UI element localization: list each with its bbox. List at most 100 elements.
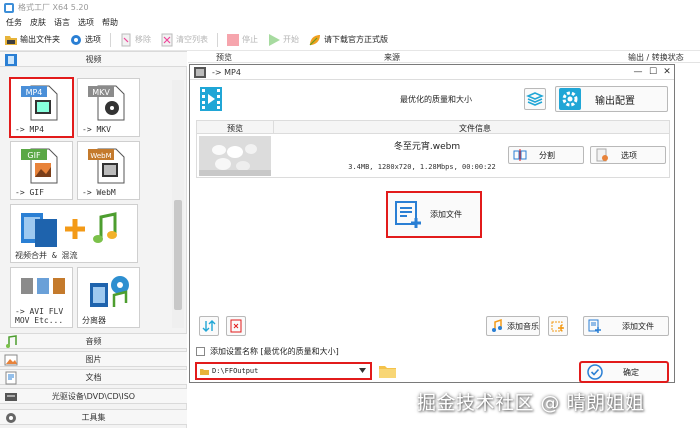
options-button[interactable]: 选项 xyxy=(69,31,101,49)
disc-drive-icon xyxy=(5,393,17,401)
disc-section-header[interactable]: 光驱设备\DVD\CD\ISO xyxy=(0,388,187,404)
add-file-button[interactable]: 添加文件 xyxy=(583,316,669,336)
svg-text:WebM: WebM xyxy=(90,152,111,160)
mkv-file-icon: MKV xyxy=(88,85,125,121)
split-button[interactable]: 分割 xyxy=(508,146,584,164)
svg-text:GIF: GIF xyxy=(27,151,41,160)
gif-format-tile[interactable]: GIF -> GIF xyxy=(10,141,73,200)
add-folder-icon xyxy=(551,321,564,332)
add-file-icon xyxy=(395,200,421,228)
output-path-value: D:\FFOutput xyxy=(212,367,259,375)
preview-column-header[interactable]: 预览 xyxy=(216,52,232,63)
audio-section-header[interactable]: 音频 xyxy=(0,333,187,349)
stop-icon xyxy=(227,33,239,46)
source-column-header[interactable]: 来源 xyxy=(384,52,400,63)
avi-flv-mov-icon xyxy=(21,278,65,294)
add-music-button[interactable]: 添加音乐 xyxy=(486,316,540,336)
output-status-column-header[interactable]: 输出 / 转换状态 xyxy=(628,52,684,63)
add-setting-name-label: 添加设置名称 [最优化的质量和大小] xyxy=(210,346,339,356)
chevron-down-icon xyxy=(359,368,366,373)
document-section-header[interactable]: 文档 xyxy=(0,369,187,385)
toolbar-divider xyxy=(217,32,218,47)
add-folder-button[interactable] xyxy=(548,316,568,336)
file-info-column-header: 文件信息 xyxy=(459,124,491,133)
split-icon xyxy=(513,149,527,161)
file-table: 预览 文件信息 冬至元宵.webm 3.4MB, 1280x720, 1.28M… xyxy=(196,120,670,178)
stop-button[interactable]: 停止 xyxy=(226,31,258,49)
profile-bar: 最优化的质量和大小 输出配置 xyxy=(196,86,670,112)
add-file-icon xyxy=(588,319,601,333)
tools-section-header[interactable]: 工具集 xyxy=(0,409,187,425)
minimize-button[interactable]: — xyxy=(632,66,644,78)
splitter-tile[interactable]: 分离器 xyxy=(77,267,140,328)
tile-label: -> GIF xyxy=(15,188,44,197)
tile-label: 视频合并 & 混流 xyxy=(15,251,78,260)
mp4-file-icon: MP4 xyxy=(21,85,58,121)
options-icon xyxy=(71,34,81,45)
image-section-header[interactable]: 图片 xyxy=(0,351,187,367)
task-list-header: 预览 来源 输出 / 转换状态 xyxy=(188,51,700,63)
sort-button[interactable] xyxy=(199,316,219,336)
scrollbar-thumb[interactable] xyxy=(174,200,182,310)
tile-label: 分离器 xyxy=(82,316,106,325)
add-setting-name-checkbox[interactable] xyxy=(196,346,205,356)
menu-help[interactable]: 帮助 xyxy=(102,17,118,28)
clear-list-button[interactable]: 清空列表 xyxy=(160,31,208,49)
mkv-format-tile[interactable]: MKV -> MKV xyxy=(77,78,140,137)
menu-bar: 任务 皮肤 语言 选项 帮助 xyxy=(0,15,700,29)
menu-skin[interactable]: 皮肤 xyxy=(30,17,46,28)
tile-label: -> MP4 xyxy=(15,125,44,134)
layers-icon xyxy=(526,92,544,106)
film-icon xyxy=(5,54,17,66)
remove-button[interactable]: 移除 xyxy=(119,31,151,49)
video-section-header[interactable]: 视频 xyxy=(0,51,187,67)
splitter-icon xyxy=(90,276,129,307)
document-icon xyxy=(5,371,17,385)
tile-label: -> MKV xyxy=(82,125,111,134)
profile-layers-button[interactable] xyxy=(524,88,546,110)
close-button[interactable]: ✕ xyxy=(661,66,673,78)
leaf-icon xyxy=(309,34,320,45)
check-circle-icon xyxy=(587,364,603,380)
left-panel: 视频 MP4 -> MP4 MKV -> MKV GIF -> GIF WebM… xyxy=(0,51,187,428)
folder-icon xyxy=(5,35,17,45)
music-note-icon xyxy=(6,335,17,348)
toolbar: 输出文件夹 选项 移除 清空列表 停止 开始 请下载官方正式版 xyxy=(0,29,700,51)
clear-list-icon xyxy=(161,33,173,46)
play-icon xyxy=(269,33,280,46)
add-file-large-button[interactable]: 添加文件 xyxy=(386,191,482,238)
preview-column-header: 预览 xyxy=(227,124,243,133)
file-options-button[interactable]: 选项 xyxy=(590,146,666,164)
music-note-icon xyxy=(492,319,502,332)
menu-options[interactable]: 选项 xyxy=(78,17,94,28)
clear-files-button[interactable] xyxy=(226,316,246,336)
menu-task[interactable]: 任务 xyxy=(6,17,22,28)
menu-language[interactable]: 语言 xyxy=(54,17,70,28)
output-path-select[interactable]: D:\FFOutput xyxy=(195,362,372,380)
folder-icon xyxy=(200,368,209,375)
toolbar-divider xyxy=(110,32,111,47)
output-config-button[interactable]: 输出配置 xyxy=(555,86,668,112)
merge-mux-tile[interactable]: 视频合并 & 混流 xyxy=(10,204,138,263)
start-button[interactable]: 开始 xyxy=(267,31,299,49)
file-name: 冬至元宵.webm xyxy=(393,142,461,152)
output-folder-button[interactable]: 输出文件夹 xyxy=(4,31,60,49)
merge-icon xyxy=(21,212,117,247)
webm-format-tile[interactable]: WebM -> WebM xyxy=(77,141,140,200)
gif-file-icon: GIF xyxy=(21,148,58,184)
options-icon xyxy=(596,148,608,162)
mp4-format-tile[interactable]: MP4 -> MP4 xyxy=(9,77,74,138)
app-title: 格式工厂 X64 5.20 xyxy=(18,3,89,12)
video-film-icon xyxy=(200,87,222,111)
browse-folder-button[interactable] xyxy=(378,363,397,379)
title-bar: 格式工厂 X64 5.20 xyxy=(0,0,700,15)
ok-button[interactable]: 确定 xyxy=(579,361,669,383)
file-table-header: 预览 文件信息 xyxy=(197,121,669,134)
download-official-button[interactable]: 请下载官方正式版 xyxy=(308,31,388,49)
gear-icon xyxy=(559,88,581,110)
add-setting-name-row[interactable]: 添加设置名称 [最优化的质量和大小] xyxy=(196,345,339,357)
bottom-toolbar: 添加音乐 添加文件 xyxy=(196,316,670,338)
maximize-button[interactable]: ☐ xyxy=(647,66,659,78)
dialog-title: -> MP4 xyxy=(212,67,241,77)
avi-flv-mov-tile[interactable]: -> AVI FLV MOV Etc... xyxy=(10,267,73,328)
